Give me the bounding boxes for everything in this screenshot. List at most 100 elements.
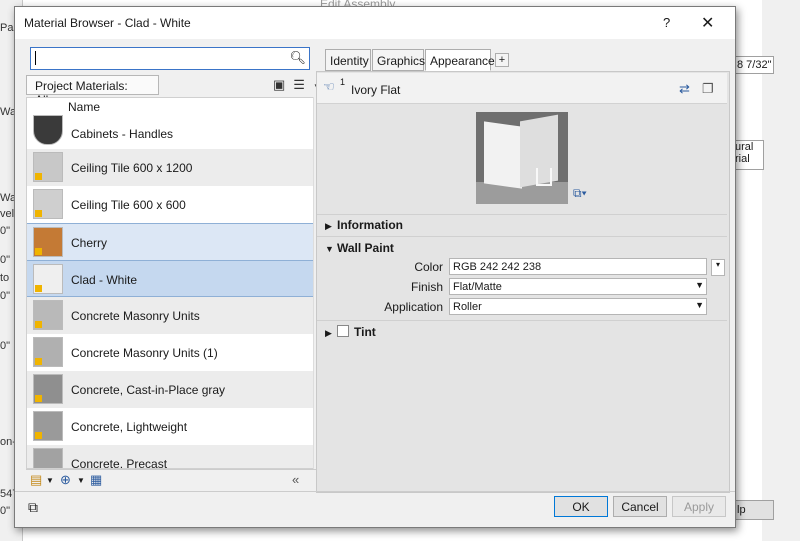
warning-icon	[35, 432, 42, 439]
chevron-down-icon: ▼	[695, 280, 704, 290]
material-thumbnail	[33, 337, 63, 367]
material-name: Ceiling Tile 600 x 1200	[71, 161, 193, 175]
material-name: Cabinets - Handles	[71, 127, 174, 141]
material-thumbnail	[33, 152, 63, 182]
list-view-icon[interactable]: ☰	[293, 77, 313, 92]
list-item[interactable]: Concrete, Precast	[27, 445, 313, 469]
tab-graphics[interactable]: Graphics	[372, 49, 425, 71]
section-wall-paint[interactable]: ▼ Wall Paint	[325, 241, 394, 255]
list-item[interactable]: Concrete Masonry Units	[27, 297, 313, 334]
list-item[interactable]: Ceiling Tile 600 x 1200	[27, 149, 313, 186]
material-thumbnail	[33, 374, 63, 404]
tab-identity[interactable]: Identity	[325, 49, 371, 71]
background-header-line: ural	[735, 141, 754, 153]
list-item[interactable]: Concrete Masonry Units (1)	[27, 334, 313, 371]
section-label: Information	[337, 218, 403, 232]
warning-icon	[35, 321, 42, 328]
ok-button[interactable]: OK	[554, 496, 608, 517]
list-item-selected[interactable]: Clad - White	[27, 260, 313, 297]
material-browser-dialog: Material Browser - Clad - White ? ✕ 🔍︎ P…	[14, 6, 736, 528]
list-item[interactable]: Concrete, Cast-in-Place gray	[27, 371, 313, 408]
background-label: vel	[0, 208, 15, 220]
project-materials-filter[interactable]: Project Materials: All▼	[26, 75, 159, 107]
material-thumbnail	[33, 115, 63, 145]
background-right-strip	[762, 0, 800, 541]
cancel-button[interactable]: Cancel	[613, 496, 667, 517]
background-table-header: ural rial	[734, 140, 764, 170]
application-select[interactable]: Roller ▼	[449, 298, 707, 315]
material-name: Concrete, Precast	[71, 457, 168, 469]
divider	[317, 214, 727, 215]
tint-checkbox[interactable]	[337, 325, 349, 337]
add-tab-button[interactable]: +	[495, 53, 509, 67]
list-item[interactable]: Cabinets - Handles	[27, 112, 313, 149]
section-information[interactable]: ▶ Information	[325, 218, 403, 232]
material-name: Concrete, Lightweight	[71, 420, 188, 434]
search-input[interactable]: 🔍︎	[30, 47, 310, 70]
material-thumbnail	[33, 189, 63, 219]
warning-icon	[35, 358, 42, 365]
duplicate-asset-icon[interactable]: ❐	[702, 81, 714, 97]
color-options-button[interactable]: ▾	[711, 259, 725, 276]
list-item[interactable]: Concrete, Lightweight	[27, 408, 313, 445]
divider	[317, 320, 727, 321]
material-thumbnail	[33, 300, 63, 330]
preview-options-icon[interactable]: ⧉▾	[573, 186, 587, 201]
finish-select[interactable]: Flat/Matte ▼	[449, 278, 707, 295]
material-thumbnail	[33, 448, 63, 468]
list-item[interactable]: Cherry	[27, 223, 313, 260]
background-label: 0"	[0, 505, 11, 517]
material-editor-toggle-icon[interactable]: ⧉	[28, 499, 38, 516]
background-dimension-box: 8 7/32"	[734, 56, 774, 74]
search-icon[interactable]: 🔍︎	[289, 50, 306, 66]
finish-value: Flat/Matte	[453, 281, 502, 293]
preview-wall	[484, 121, 522, 189]
expand-arrow-icon: ▶	[325, 328, 332, 338]
expand-arrow-icon: ▶	[325, 221, 332, 231]
background-button: lp	[734, 500, 774, 520]
background-label: 0"	[0, 225, 11, 237]
panel-toggle-icon[interactable]: ▣	[273, 77, 293, 92]
list-item[interactable]: Ceiling Tile 600 x 600	[27, 186, 313, 223]
help-icon[interactable]: ?	[663, 15, 670, 30]
appearance-panel: ☜ 1 Ivory Flat ⇄ ❐ ⧉▾ ▶ Information ▼ Wall…	[316, 71, 730, 493]
section-tint[interactable]: ▶ Tint	[325, 325, 376, 339]
background-header-line: rial	[735, 153, 750, 165]
apply-button[interactable]: Apply	[672, 496, 726, 517]
preview-chair	[536, 168, 552, 186]
open-library-icon[interactable]: ▤	[30, 472, 42, 488]
collapse-panel-icon[interactable]: «	[292, 472, 299, 487]
background-label: 0"	[0, 290, 11, 302]
material-name: Cherry	[71, 236, 108, 250]
asset-hand-icon: ☜	[323, 79, 335, 94]
library-toolbar: ▤ ▼ ⊕ ▼ ▦ «	[26, 469, 316, 490]
background-label: to	[0, 272, 10, 284]
library-filter-bar: Project Materials: All▼ ▣☰▼	[26, 75, 321, 107]
warning-icon	[35, 248, 42, 255]
collapse-arrow-icon: ▼	[325, 244, 334, 254]
close-icon[interactable]: ✕	[701, 13, 714, 33]
finish-label: Finish	[410, 280, 443, 294]
divider	[317, 236, 727, 237]
warning-icon	[35, 173, 42, 180]
material-preview	[476, 112, 568, 204]
material-thumbnail	[33, 227, 63, 257]
chevron-down-icon[interactable]: ▼	[46, 476, 54, 485]
replace-asset-icon[interactable]: ⇄	[679, 81, 690, 97]
color-field[interactable]: RGB 242 242 238	[449, 258, 707, 275]
create-material-icon[interactable]: ⊕	[60, 472, 71, 488]
asset-browser-icon[interactable]: ▦	[90, 472, 102, 488]
material-thumbnail	[33, 264, 63, 294]
warning-icon	[35, 210, 42, 217]
material-name: Clad - White	[71, 273, 138, 287]
warning-icon	[35, 395, 42, 402]
material-list: Name Cabinets - Handles Ceiling Tile 600…	[26, 97, 314, 469]
view-options: ▣☰▼	[273, 77, 321, 93]
tab-appearance[interactable]: Appearance	[425, 49, 495, 71]
material-name: Concrete, Cast-in-Place gray	[71, 383, 226, 397]
chevron-down-icon[interactable]: ▼	[77, 476, 85, 485]
material-name: Concrete Masonry Units	[71, 309, 200, 323]
background-label: 0"	[0, 340, 11, 352]
material-thumbnail	[33, 411, 63, 441]
chevron-down-icon: ▼	[695, 300, 704, 310]
